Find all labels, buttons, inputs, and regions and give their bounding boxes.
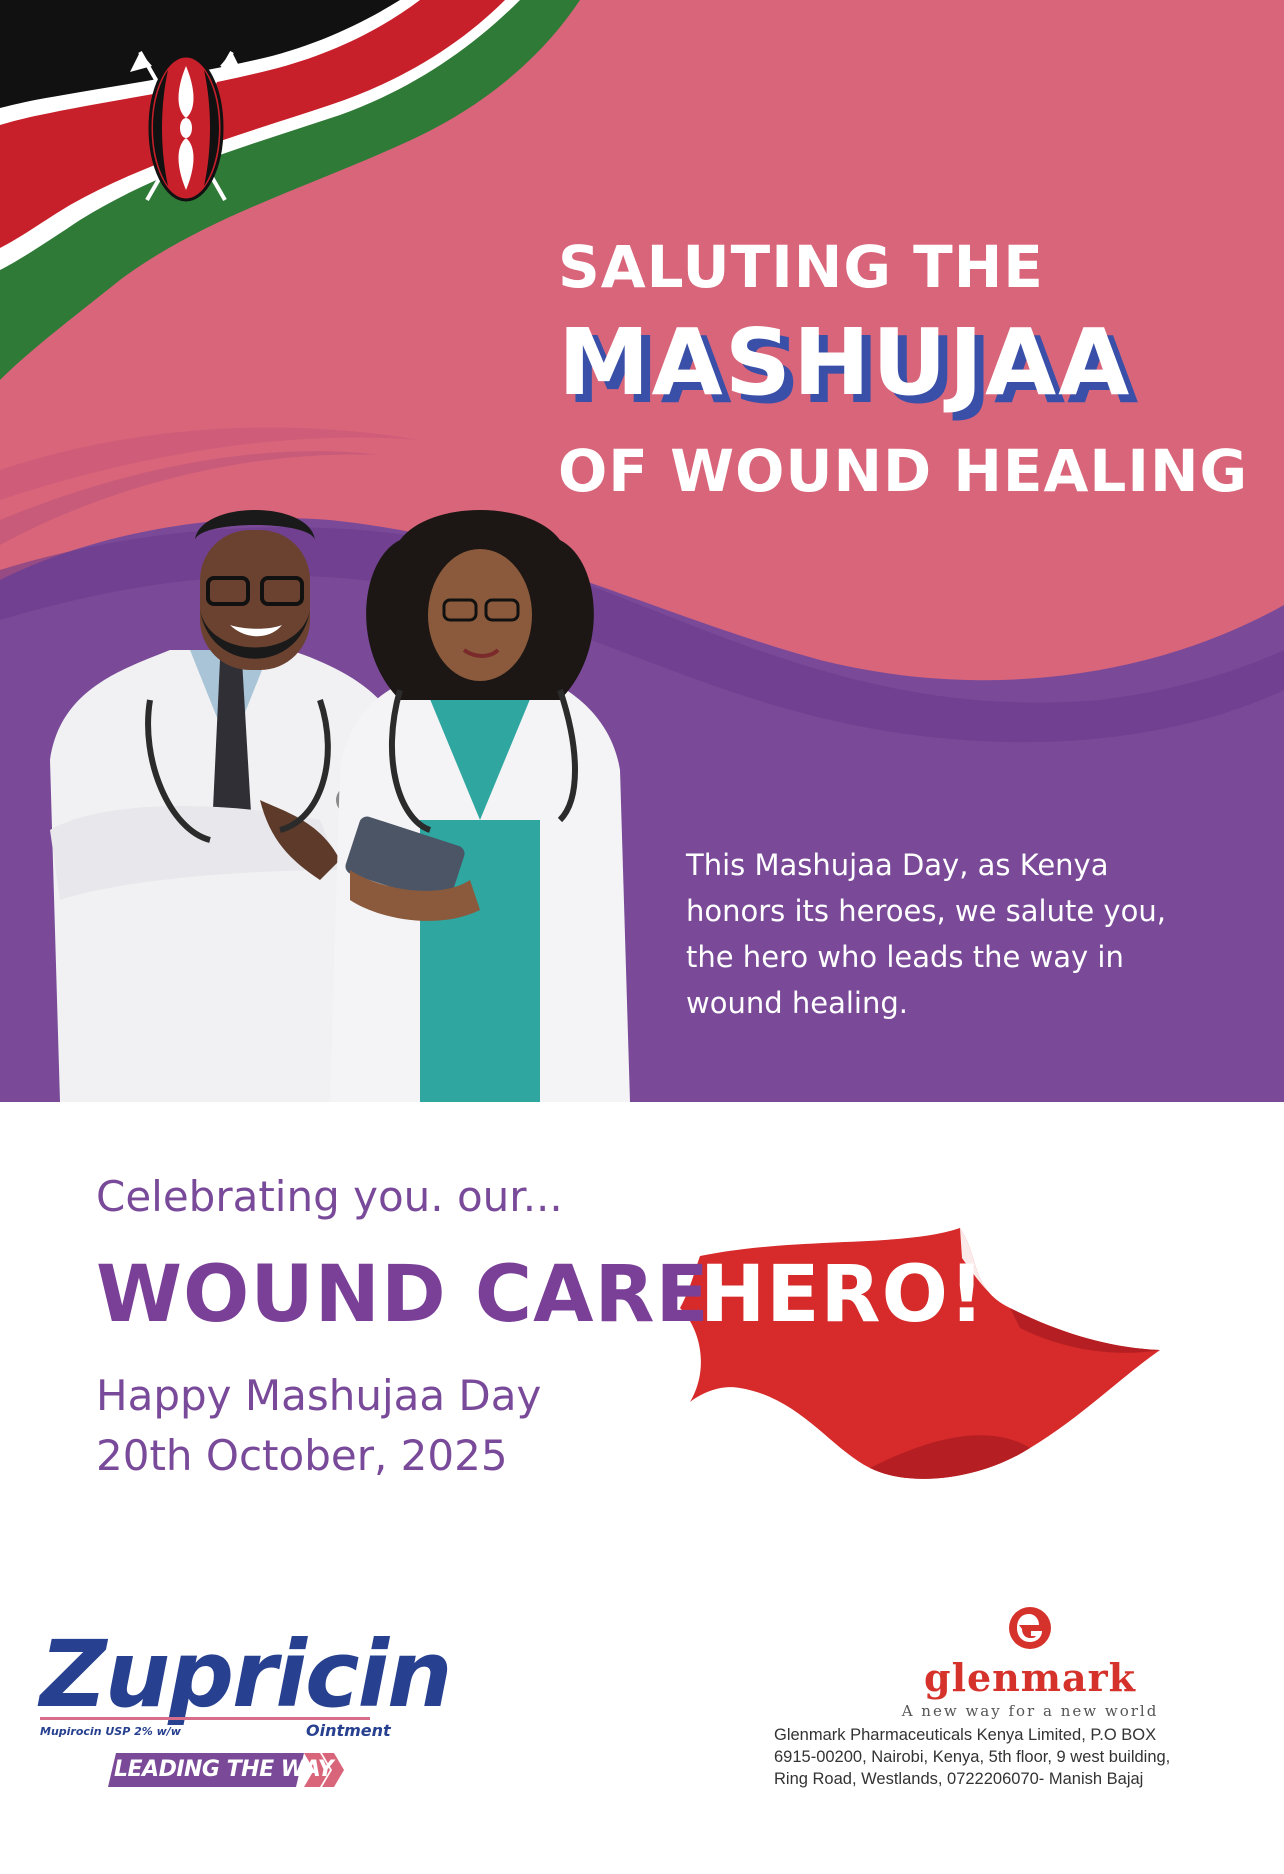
company-tagline: A new way for a new world: [901, 1702, 1159, 1720]
company-address: Glenmark Pharmaceuticals Kenya Limited, …: [774, 1724, 1244, 1790]
product-form: Ointment: [306, 1721, 391, 1740]
address-line1: Glenmark Pharmaceuticals Kenya Limited, …: [774, 1726, 1157, 1744]
tribute-line1: This Mashujaa Day, as Kenya: [686, 848, 1109, 882]
glenmark-logo: Glenmark A new way for a new world: [880, 1605, 1180, 1720]
female-doctor: [330, 510, 630, 1102]
celebration-intro: Celebrating you. our...: [96, 1172, 563, 1221]
tribute-line4: wound healing.: [686, 986, 908, 1020]
address-line2: 6915-00200, Nairobi, Kenya, 5th floor, 9…: [774, 1748, 1171, 1766]
headline-line2: MASHUJAA: [558, 309, 1132, 416]
product-tagline: LEADING THE WAY: [114, 1757, 334, 1782]
glenmark-g-icon: [1009, 1607, 1051, 1649]
hero-text: HERO!: [700, 1250, 986, 1340]
tribute-line3: the hero who leads the way in: [686, 940, 1124, 974]
greeting-block: Happy Mashujaa Day 20th October, 2025: [96, 1366, 541, 1486]
product-divider: [40, 1717, 370, 1720]
address-line3: Ring Road, Westlands, 0722206070- Manish…: [774, 1770, 1144, 1788]
product-subtitle: Mupirocin USP 2% w/w: [40, 1725, 181, 1738]
headline-line1: SALUTING THE: [558, 233, 1044, 301]
tribute-message: This Mashujaa Day, as Kenya honors its h…: [686, 842, 1246, 1026]
event-date: 20th October, 2025: [96, 1431, 508, 1480]
product-name: Zupricin: [40, 1621, 453, 1728]
company-name: Glenmark: [924, 1655, 1136, 1700]
zupricin-logo: Zupricin Mupirocin USP 2% w/w Ointment L…: [40, 1621, 453, 1787]
wound-care-title: WOUND CARE: [96, 1250, 710, 1340]
headline: SALUTING THE MASHUJAA OF WOUND HEALING: [558, 232, 1248, 506]
hero-banner: SALUTING THE MASHUJAA OF WOUND HEALING T…: [0, 0, 1284, 1102]
wound-care-text: WOUND CARE: [96, 1250, 710, 1340]
poster: SALUTING THE MASHUJAA OF WOUND HEALING T…: [0, 0, 1284, 1874]
tribute-line2: honors its heroes, we salute you,: [686, 894, 1166, 928]
greeting-text: Happy Mashujaa Day: [96, 1371, 542, 1420]
headline-line3: OF WOUND HEALING: [558, 437, 1249, 505]
doctors-illustration: [50, 510, 630, 1102]
